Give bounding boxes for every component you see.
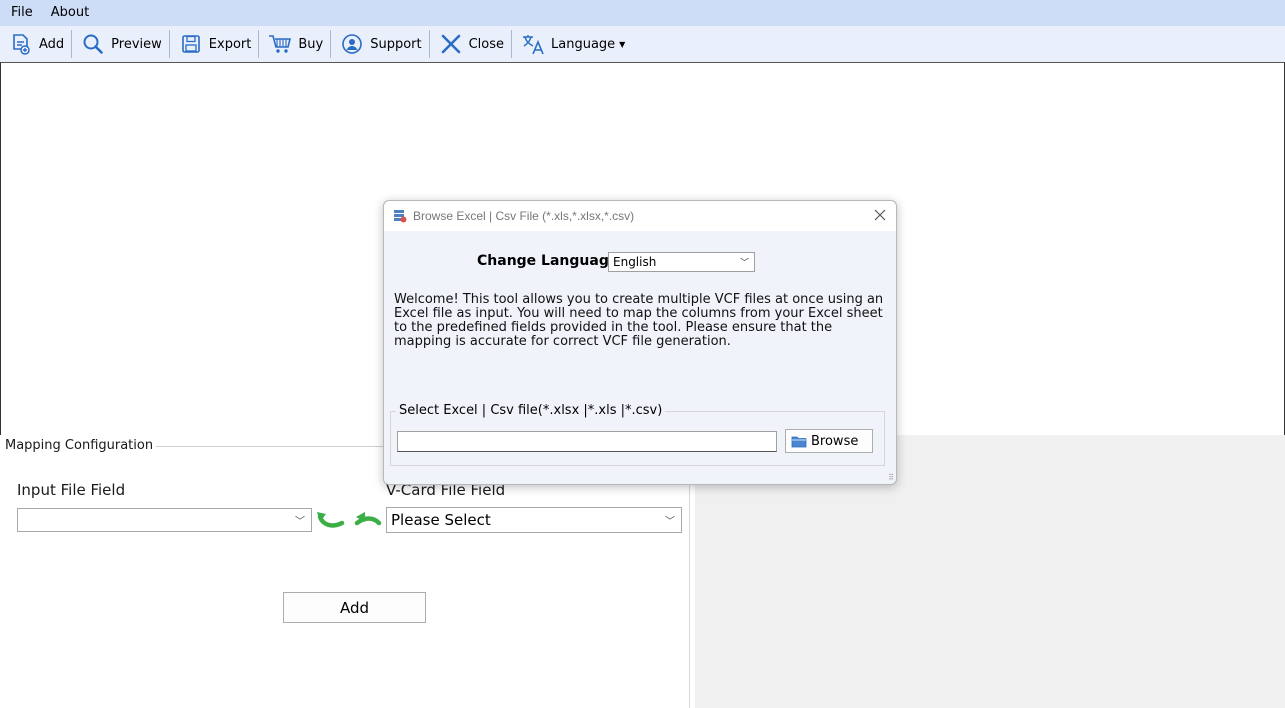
menu-file[interactable]: File <box>0 0 41 26</box>
headset-icon <box>340 32 364 56</box>
close-label: Close <box>468 36 505 52</box>
add-file-icon <box>9 32 33 56</box>
language-select[interactable]: English ﹀ <box>608 252 755 272</box>
add-mapping-button[interactable]: Add <box>283 592 426 623</box>
file-path-input[interactable] <box>397 431 777 452</box>
preview-label: Preview <box>111 36 162 52</box>
browse-button[interactable]: Browse <box>785 429 873 453</box>
map-left-arrow-button[interactable] <box>315 507 347 533</box>
resize-grip-icon[interactable]: ⠿ <box>888 473 894 482</box>
save-icon <box>179 32 203 56</box>
menu-about[interactable]: About <box>41 0 99 26</box>
language-button[interactable]: Language ▼ <box>512 29 632 59</box>
dialog-titlebar: Browse Excel | Csv File (*.xls,*.xlsx,*.… <box>384 201 896 231</box>
add-label: Add <box>39 36 65 52</box>
support-label: Support <box>370 36 422 52</box>
preview-button[interactable]: Preview <box>72 29 169 59</box>
welcome-text: Welcome! This tool allows you to create … <box>394 292 884 349</box>
close-button[interactable]: Close <box>430 29 511 59</box>
green-redo-arrow-icon <box>354 512 382 526</box>
add-button[interactable]: Add <box>0 29 71 59</box>
map-right-arrow-button[interactable] <box>352 507 384 533</box>
export-label: Export <box>208 36 252 52</box>
language-value: English <box>613 255 657 269</box>
caret-down-icon: ▼ <box>619 39 626 49</box>
input-field-select[interactable]: ﹀ <box>17 508 312 532</box>
export-button[interactable]: Export <box>170 29 259 59</box>
chevron-down-icon: ﹀ <box>665 516 675 528</box>
input-field-label: Input File Field <box>17 481 126 499</box>
translate-icon <box>521 32 545 56</box>
change-language-label: Change Language <box>477 253 619 269</box>
app-icon <box>394 210 407 223</box>
close-x-icon <box>439 32 463 56</box>
browse-label: Browse <box>811 433 859 449</box>
vcard-field-select[interactable]: Please Select ﹀ <box>386 507 682 533</box>
browse-file-dialog: Browse Excel | Csv File (*.xls,*.xlsx,*.… <box>383 200 897 485</box>
support-button[interactable]: Support <box>331 29 428 59</box>
green-undo-arrow-icon <box>317 512 345 528</box>
dialog-title: Browse Excel | Csv File (*.xls,*.xlsx,*.… <box>413 209 635 223</box>
language-label: Language <box>551 36 616 52</box>
vcard-field-value: Please Select <box>391 511 491 529</box>
chevron-down-icon: ﹀ <box>295 516 305 528</box>
mapping-title: Mapping Configuration <box>5 438 154 453</box>
toolbar: Add Preview Export Buy Support Close Lan… <box>0 26 1285 62</box>
dialog-close-icon[interactable] <box>872 207 888 223</box>
folder-icon <box>791 435 807 448</box>
magnifier-icon <box>81 32 105 56</box>
buy-button[interactable]: Buy <box>259 29 330 59</box>
cart-icon <box>268 32 292 56</box>
menu-bar: File About <box>0 0 1285 26</box>
buy-label: Buy <box>298 36 324 52</box>
chevron-down-icon: ﹀ <box>739 258 749 269</box>
file-select-label: Select Excel | Csv file(*.xlsx |*.xls |*… <box>396 403 666 418</box>
